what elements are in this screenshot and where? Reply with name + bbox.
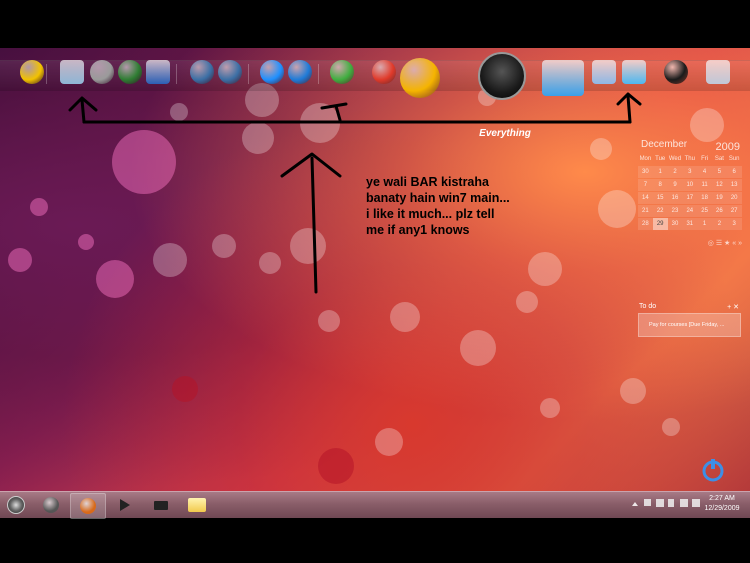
mail-taskbar-button[interactable] bbox=[144, 493, 178, 517]
clock-time: 2:27 AM bbox=[709, 495, 735, 502]
calendar-week-row: 7 8 9 10 11 12 13 bbox=[638, 179, 742, 192]
calendar-day[interactable]: 24 bbox=[682, 205, 698, 217]
calendar-day[interactable]: 21 bbox=[638, 205, 653, 217]
calendar-day[interactable]: 20 bbox=[726, 192, 742, 204]
calendar-day[interactable]: 1 bbox=[652, 166, 668, 178]
clock[interactable]: 2:27 AM 12/29/2009 bbox=[700, 494, 744, 514]
calendar-weekday-row: Mon Tue Wed Thu Fri Sat Sun bbox=[638, 153, 742, 166]
up-arrow-icon[interactable] bbox=[632, 502, 638, 506]
media-player-icon bbox=[120, 499, 130, 511]
calendar-day[interactable]: 18 bbox=[697, 192, 712, 204]
calendar-day[interactable]: 29 bbox=[652, 218, 668, 230]
calendar-week-row: 30 1 2 3 4 5 6 bbox=[638, 166, 742, 179]
calendar-day[interactable]: 5 bbox=[711, 166, 727, 178]
calendar-day[interactable]: 12 bbox=[711, 179, 727, 191]
calendar-grid: Mon Tue Wed Thu Fri Sat Sun 30 1 2 3 4 5 6 7 8 9 10 11 12 13… bbox=[638, 153, 742, 231]
calendar-day[interactable]: 25 bbox=[697, 205, 712, 217]
media-player-taskbar-button[interactable] bbox=[108, 493, 142, 517]
calendar-week-row: 21 22 23 24 25 26 27 bbox=[638, 205, 742, 218]
mail-icon bbox=[154, 500, 168, 510]
users-taskbar-button[interactable] bbox=[34, 493, 68, 517]
calendar-day[interactable]: 2 bbox=[711, 218, 727, 230]
calendar-day[interactable]: 30 bbox=[638, 166, 653, 178]
calendar-day[interactable]: 16 bbox=[667, 192, 683, 204]
users-icon bbox=[43, 497, 59, 513]
system-tray bbox=[632, 499, 702, 511]
start-orb-taskbar-button[interactable] bbox=[2, 493, 30, 517]
todo-title: To do bbox=[639, 303, 657, 310]
calendar-day[interactable]: 22 bbox=[652, 205, 668, 217]
network-icon[interactable] bbox=[656, 499, 664, 507]
calendar-day[interactable]: 7 bbox=[638, 179, 653, 191]
calendar-week-row: 14 15 16 17 18 19 20 bbox=[638, 192, 742, 205]
screen: Everything ye wali BAR kistraha banaty h… bbox=[0, 0, 750, 563]
calendar-day[interactable]: 28 bbox=[638, 218, 653, 230]
calendar-day[interactable]: 6 bbox=[726, 166, 742, 178]
calendar-weekday: Sat bbox=[714, 156, 724, 162]
calendar-day[interactable]: 23 bbox=[667, 205, 683, 217]
calendar-weekday: Mon bbox=[639, 156, 652, 162]
calendar-day[interactable]: 3 bbox=[726, 218, 742, 230]
firefox-taskbar-icon bbox=[80, 498, 96, 514]
calendar-day[interactable]: 26 bbox=[711, 205, 727, 217]
calendar-week-row: 28 29 30 31 1 2 3 bbox=[638, 218, 742, 231]
signal-icon[interactable] bbox=[668, 499, 674, 507]
explorer-folder-taskbar-button[interactable] bbox=[180, 493, 214, 517]
calendar-day[interactable]: 15 bbox=[652, 192, 668, 204]
start-orb-icon bbox=[7, 496, 25, 514]
clock-date: 12/29/2009 bbox=[704, 505, 740, 512]
calendar-day[interactable]: 3 bbox=[682, 166, 698, 178]
calendar-weekday: Sun bbox=[728, 156, 740, 162]
explorer-folder-icon bbox=[188, 498, 206, 512]
calendar-weekday: Wed bbox=[668, 156, 682, 162]
calendar-day[interactable]: 2 bbox=[667, 166, 683, 178]
calendar-day[interactable]: 4 bbox=[697, 166, 712, 178]
calendar-day[interactable]: 1 bbox=[697, 218, 712, 230]
calendar-day[interactable]: 14 bbox=[638, 192, 653, 204]
calendar-day[interactable]: 8 bbox=[652, 179, 668, 191]
calendar-day[interactable]: 31 bbox=[682, 218, 698, 230]
calendar-day[interactable]: 11 bbox=[697, 179, 712, 191]
volume-icon[interactable] bbox=[692, 499, 700, 507]
calendar-day[interactable]: 9 bbox=[667, 179, 683, 191]
todo-item[interactable]: Pay for courses [Due Friday, ... bbox=[638, 313, 741, 337]
todo-gadget: To do + ✕ Pay for courses [Due Friday, .… bbox=[637, 303, 742, 339]
calendar-weekday: Thu bbox=[684, 156, 695, 162]
firefox-taskbar-taskbar-button[interactable] bbox=[70, 493, 106, 519]
taskbar: 2:27 AM 12/29/2009 bbox=[0, 491, 750, 519]
calendar-year: 2009 bbox=[715, 141, 740, 153]
power-icon[interactable] bbox=[700, 457, 726, 483]
annotation-arrows bbox=[68, 92, 642, 294]
battery-icon[interactable] bbox=[680, 499, 688, 507]
calendar-day[interactable]: 27 bbox=[726, 205, 742, 217]
calendar-day[interactable]: 17 bbox=[682, 192, 698, 204]
calendar-day[interactable]: 30 bbox=[667, 218, 683, 230]
calendar-month: December bbox=[641, 139, 688, 150]
calendar-day[interactable]: 13 bbox=[726, 179, 742, 191]
calendar-day[interactable]: 10 bbox=[682, 179, 698, 191]
calendar-weekday: Fri bbox=[701, 156, 709, 162]
flag-icon[interactable] bbox=[644, 499, 651, 506]
calendar-weekday: Tue bbox=[655, 156, 666, 162]
calendar-gadget[interactable]: December 2009 Mon Tue Wed Thu Fri Sat Sun 30 1 2 3… bbox=[638, 139, 742, 249]
todo-add-close[interactable]: + ✕ bbox=[727, 303, 739, 311]
calendar-day[interactable]: 19 bbox=[711, 192, 727, 204]
calendar-controls[interactable]: ◎ ☰ ★ « » bbox=[638, 239, 742, 247]
